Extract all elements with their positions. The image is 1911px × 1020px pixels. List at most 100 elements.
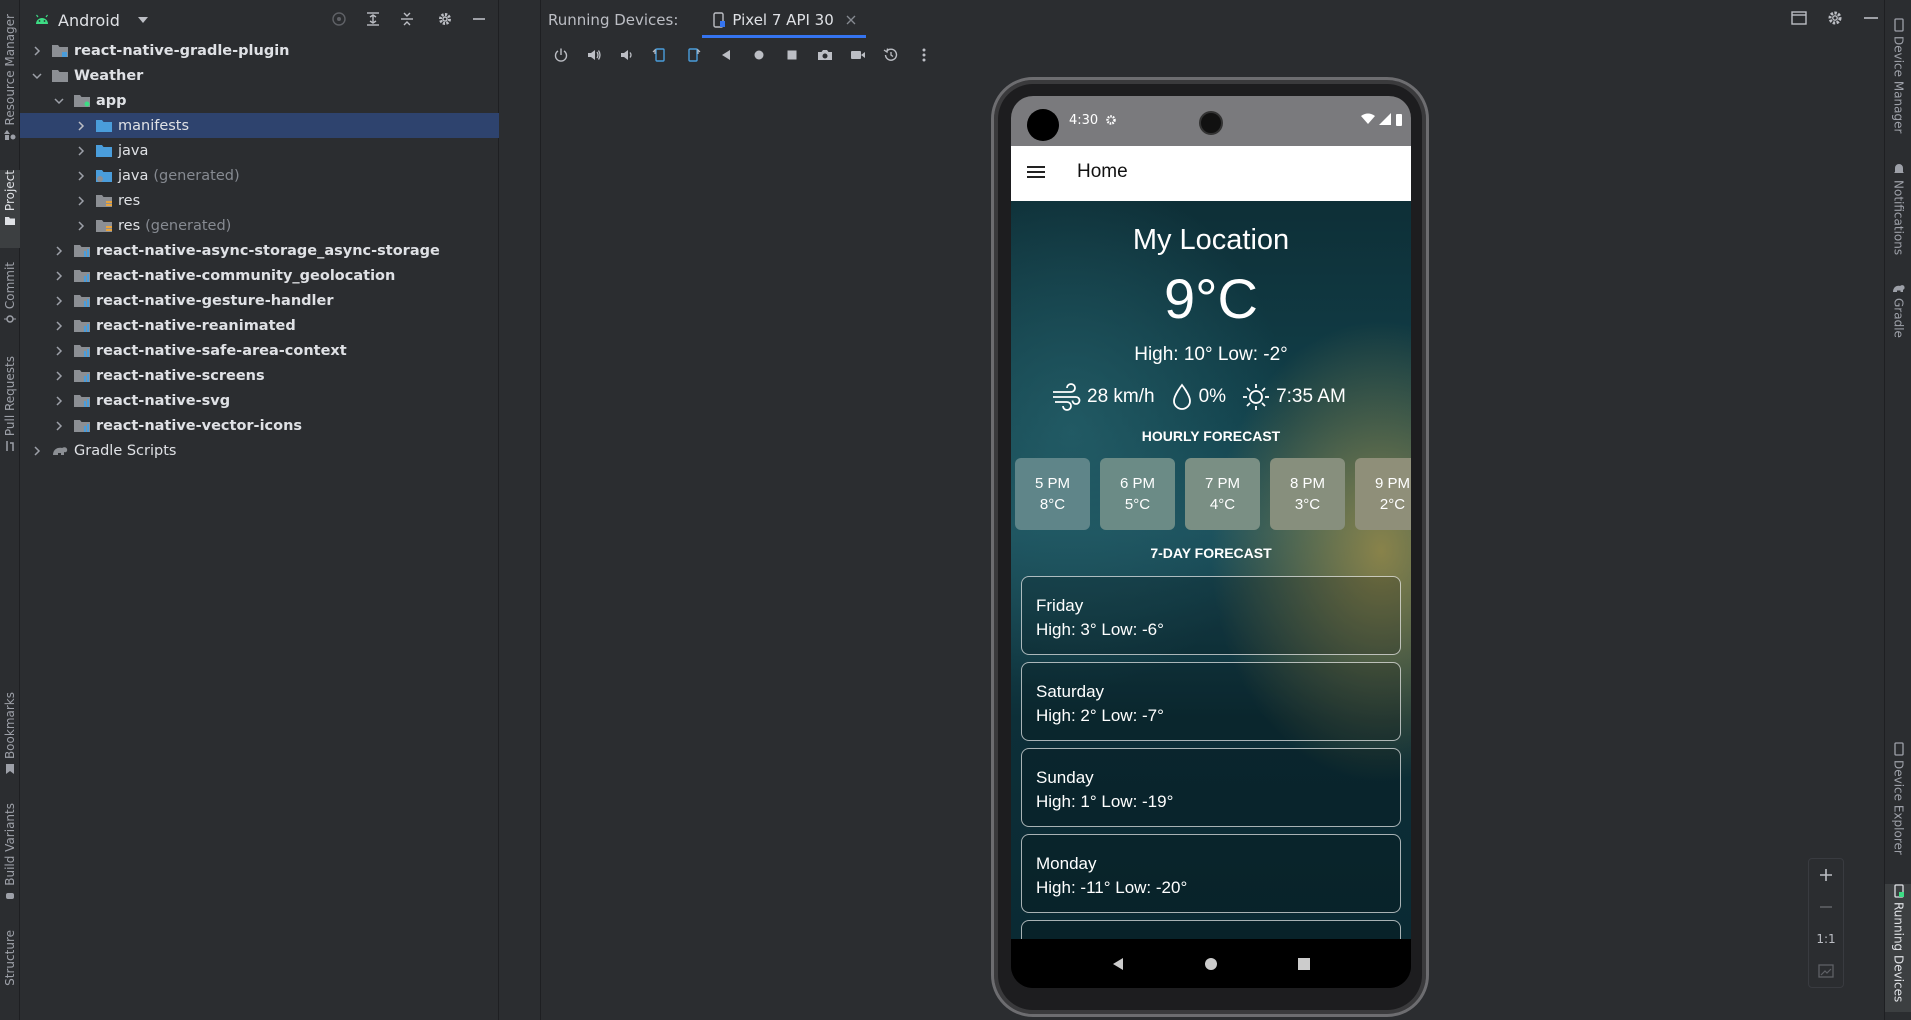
tree-row[interactable]: react-native-svg bbox=[20, 388, 499, 413]
tab-commit[interactable]: Commit bbox=[0, 262, 20, 325]
power-icon[interactable] bbox=[550, 44, 572, 66]
library-module-icon bbox=[74, 294, 90, 307]
chevron-right-icon[interactable] bbox=[52, 269, 66, 283]
tree-row[interactable]: java (generated) bbox=[20, 163, 499, 188]
chevron-right-icon[interactable] bbox=[52, 419, 66, 433]
tree-row[interactable]: react-native-gradle-plugin bbox=[20, 38, 499, 63]
tree-row[interactable]: react-native-screens bbox=[20, 363, 499, 388]
chevron-right-icon[interactable] bbox=[52, 244, 66, 258]
zoom-actual-size-button[interactable]: 1:1 bbox=[1816, 926, 1835, 952]
tab-commit-label: Commit bbox=[3, 262, 17, 310]
tree-row[interactable]: res bbox=[20, 188, 499, 213]
chevron-down-icon[interactable] bbox=[136, 13, 150, 27]
tab-gradle[interactable]: Gradle bbox=[1885, 282, 1911, 338]
module-folder-icon bbox=[52, 44, 68, 57]
close-icon[interactable] bbox=[846, 15, 856, 25]
camera-icon[interactable] bbox=[814, 44, 836, 66]
overview-icon[interactable] bbox=[781, 44, 803, 66]
module-folder-icon bbox=[52, 69, 68, 82]
settings-status-icon bbox=[1106, 115, 1116, 125]
locate-icon[interactable] bbox=[328, 8, 350, 30]
gear-icon[interactable] bbox=[434, 8, 456, 30]
tree-row-suffix: (generated) bbox=[153, 167, 240, 184]
chevron-right-icon[interactable] bbox=[52, 294, 66, 308]
maximize-icon[interactable] bbox=[1790, 9, 1808, 27]
running-devices-title: Running Devices: bbox=[548, 11, 679, 29]
tree-row[interactable]: react-native-reanimated bbox=[20, 313, 499, 338]
tree-row[interactable]: Weather bbox=[20, 63, 499, 88]
wifi-icon bbox=[1361, 113, 1375, 124]
zoom-in-icon[interactable] bbox=[1819, 862, 1833, 888]
expand-all-icon[interactable] bbox=[362, 8, 384, 30]
home-icon[interactable] bbox=[748, 44, 770, 66]
more-options-icon[interactable] bbox=[913, 44, 935, 66]
snapshot-restore-icon[interactable] bbox=[880, 44, 902, 66]
tab-build-variants[interactable]: Build Variants bbox=[0, 803, 20, 902]
tab-structure[interactable]: Structure bbox=[0, 930, 20, 986]
commit-icon bbox=[4, 315, 16, 323]
chevron-right-icon[interactable] bbox=[74, 219, 88, 233]
gear-icon[interactable] bbox=[1826, 9, 1844, 27]
device-screen[interactable]: 4:30 Home My Location 9°C High: 10° Low:… bbox=[1011, 96, 1411, 988]
rotate-left-icon[interactable] bbox=[649, 44, 671, 66]
tree-row[interactable]: Gradle Scripts bbox=[20, 438, 499, 463]
chevron-right-icon[interactable] bbox=[74, 119, 88, 133]
tree-row[interactable]: react-native-safe-area-context bbox=[20, 338, 499, 363]
weather-content: My Location 9°C High: 10° Low: -2° 28 km… bbox=[1011, 201, 1411, 939]
volume-down-icon[interactable] bbox=[616, 44, 638, 66]
project-tree: react-native-gradle-plugin Weather app m… bbox=[20, 38, 499, 463]
hourly-card: 7 PM 4°C bbox=[1185, 458, 1260, 530]
chevron-right-icon[interactable] bbox=[52, 369, 66, 383]
project-view-selector[interactable]: Android bbox=[58, 11, 120, 30]
collapse-all-icon[interactable] bbox=[396, 8, 418, 30]
tab-notifications-label: Notifications bbox=[1891, 180, 1906, 256]
nav-overview-icon[interactable] bbox=[1296, 956, 1312, 972]
tree-row[interactable]: react-native-async-storage_async-storage bbox=[20, 238, 499, 263]
tab-bookmarks[interactable]: Bookmarks bbox=[0, 692, 20, 775]
volume-up-icon[interactable] bbox=[583, 44, 605, 66]
chevron-right-icon[interactable] bbox=[30, 444, 44, 458]
tree-row-selected[interactable]: manifests bbox=[20, 113, 499, 138]
nav-back-icon[interactable] bbox=[1110, 956, 1126, 972]
tab-pull-requests[interactable]: Pull Requests bbox=[0, 356, 20, 452]
daily-hilo: High: 3° Low: -6° bbox=[1036, 620, 1164, 639]
zoom-out-icon[interactable] bbox=[1819, 894, 1833, 920]
tree-row[interactable]: react-native-gesture-handler bbox=[20, 288, 499, 313]
chevron-down-icon[interactable] bbox=[30, 69, 44, 83]
chevron-right-icon[interactable] bbox=[74, 169, 88, 183]
tree-row[interactable]: res (generated) bbox=[20, 213, 499, 238]
daily-forecast-list[interactable]: Friday High: 3° Low: -6° Saturday High: … bbox=[1021, 576, 1401, 939]
back-icon[interactable] bbox=[715, 44, 737, 66]
chevron-right-icon[interactable] bbox=[52, 394, 66, 408]
chevron-right-icon[interactable] bbox=[74, 194, 88, 208]
hamburger-menu-icon[interactable] bbox=[1027, 164, 1045, 180]
tab-device-manager-label: Device Manager bbox=[1891, 36, 1906, 134]
tab-device-manager[interactable]: Device Manager bbox=[1885, 18, 1911, 133]
hourly-time: 6 PM bbox=[1119, 475, 1155, 492]
tab-project[interactable]: Project bbox=[0, 170, 20, 248]
chevron-right-icon[interactable] bbox=[74, 144, 88, 158]
chevron-down-icon[interactable] bbox=[52, 94, 66, 108]
tree-row-label: react-native-gesture-handler bbox=[96, 292, 334, 309]
chevron-right-icon[interactable] bbox=[52, 344, 66, 358]
minimize-icon[interactable] bbox=[1862, 9, 1880, 27]
tab-running-devices[interactable]: Running Devices bbox=[1885, 884, 1911, 1012]
fit-screen-icon[interactable] bbox=[1818, 958, 1834, 984]
precipitation-value: 0% bbox=[1198, 386, 1227, 407]
hourly-forecast-list[interactable]: 5 PM 8°C 6 PM 5°C 7 PM 4°C 8 PM 3°C 9 PM… bbox=[1015, 458, 1411, 530]
tab-device-explorer[interactable]: Device Explorer bbox=[1885, 742, 1911, 855]
nav-home-icon[interactable] bbox=[1203, 956, 1219, 972]
tree-row[interactable]: react-native-vector-icons bbox=[20, 413, 499, 438]
chevron-right-icon[interactable] bbox=[30, 44, 44, 58]
front-camera bbox=[1199, 111, 1223, 135]
tab-notifications[interactable]: Notifications bbox=[1885, 162, 1911, 255]
tab-resource-manager[interactable]: Resource Manager bbox=[0, 14, 20, 141]
chevron-right-icon[interactable] bbox=[52, 319, 66, 333]
device-tab[interactable]: Pixel 7 API 30 bbox=[702, 0, 867, 40]
tree-row[interactable]: app bbox=[20, 88, 499, 113]
tree-row[interactable]: react-native-community_geolocation bbox=[20, 263, 499, 288]
rotate-right-icon[interactable] bbox=[682, 44, 704, 66]
minimize-icon[interactable] bbox=[468, 8, 490, 30]
screen-record-icon[interactable] bbox=[847, 44, 869, 66]
tree-row[interactable]: java bbox=[20, 138, 499, 163]
